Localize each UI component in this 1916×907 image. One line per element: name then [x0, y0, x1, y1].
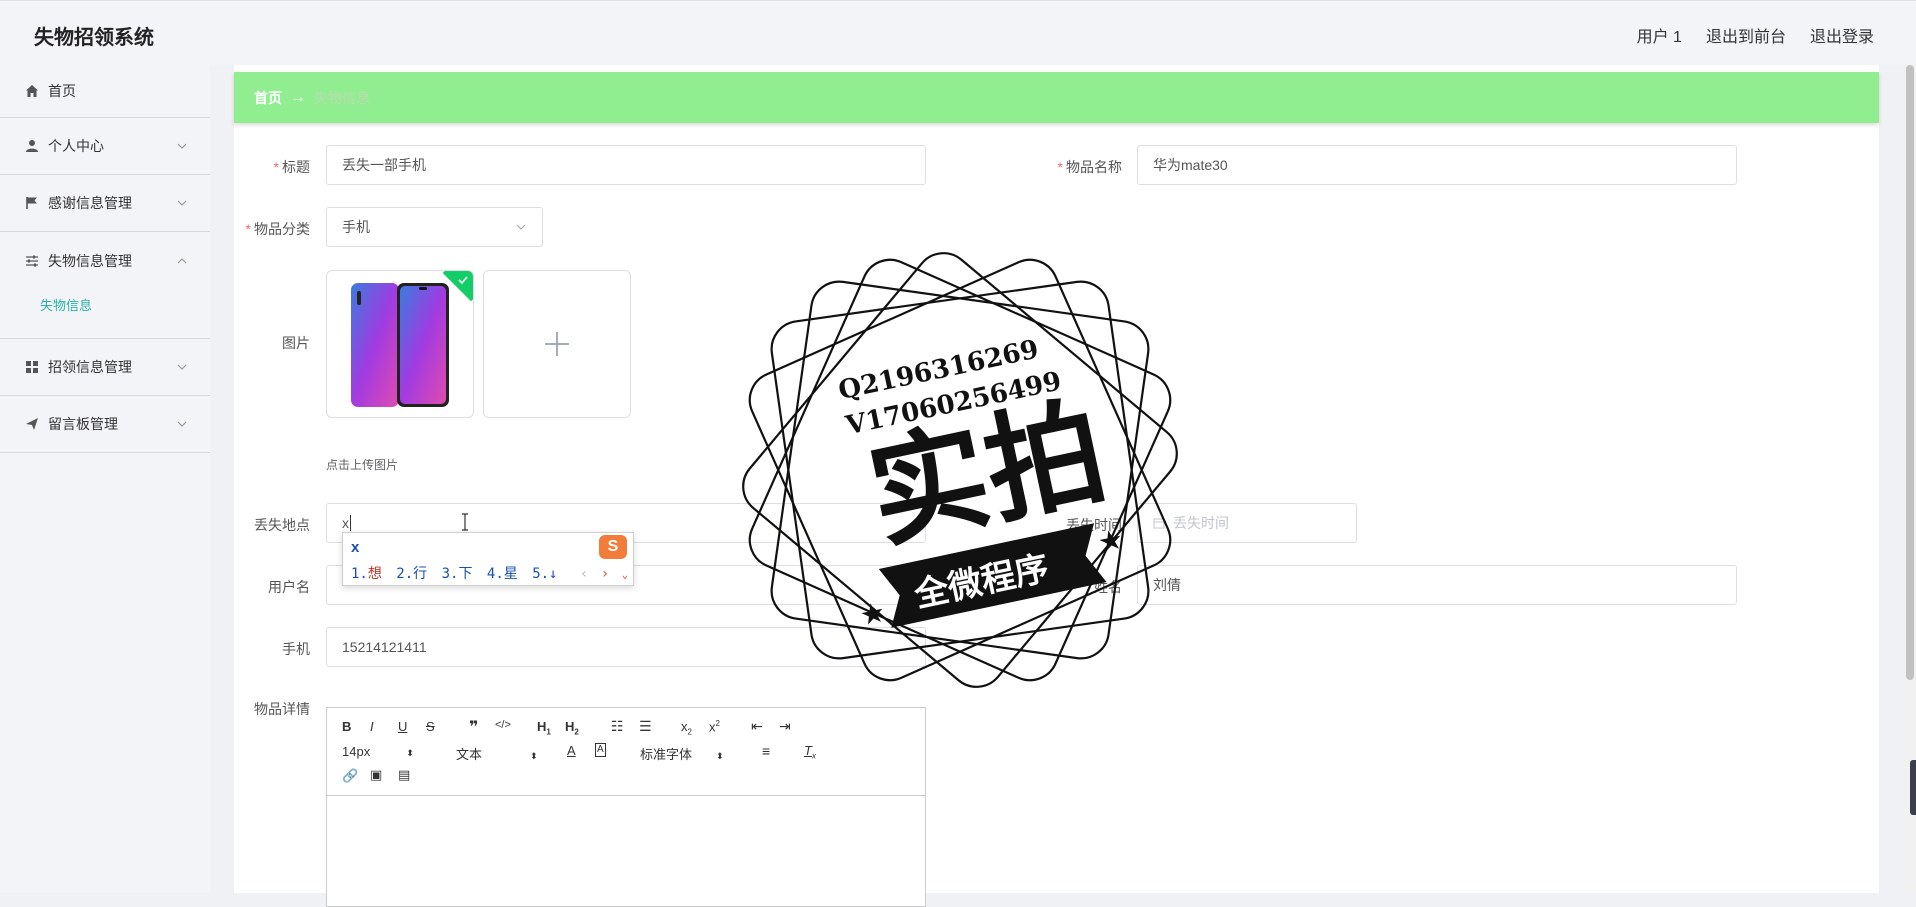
grid-icon: [24, 359, 40, 375]
chevron-down-icon: [177, 200, 187, 206]
strike-icon[interactable]: S: [426, 719, 435, 734]
rich-text-editor: B I U S ❞ </> H1 H2 ☷ ☰ x2 x2 ⇤ ⇥ 14px ⬍ …: [326, 707, 926, 907]
ime-candidate[interactable]: 1.想: [351, 566, 382, 582]
user-link[interactable]: 用户 1: [1637, 23, 1682, 47]
image-label: 图片: [282, 335, 310, 351]
sidebar-item-message-board[interactable]: 留言板管理: [0, 396, 210, 453]
editor-toolbar: B I U S ❞ </> H1 H2 ☷ ☰ x2 x2 ⇤ ⇥ 14px ⬍ …: [327, 708, 925, 796]
sliders-icon: [24, 253, 40, 269]
user-icon: [24, 138, 40, 154]
indent-icon[interactable]: ⇥: [779, 718, 791, 735]
phone-image: [351, 283, 449, 407]
top-links: 用户 1 退出到前台 退出登录: [1637, 23, 1874, 47]
watermark-stamp: Q2196316269 V17060256499 实拍 全微程序 ★ ★: [742, 252, 1178, 688]
align-icon[interactable]: ≡: [762, 743, 770, 759]
italic-icon[interactable]: I: [370, 719, 374, 734]
underline-icon[interactable]: U: [398, 719, 407, 734]
chevron-down-icon: [516, 224, 526, 230]
subscript-icon[interactable]: x2: [681, 719, 692, 737]
chevron-up-icon: [177, 257, 187, 263]
breadcrumb-arrow: →: [290, 88, 306, 106]
category-select[interactable]: 手机: [326, 207, 543, 247]
sidebar-item-label: 个人中心: [48, 138, 104, 154]
sidebar-item-found-management[interactable]: 招领信息管理: [0, 339, 210, 396]
ime-next-icon[interactable]: ›: [601, 566, 609, 582]
location-label: 丢失地点: [254, 517, 310, 533]
upload-add-button[interactable]: [483, 270, 631, 418]
ime-candidate[interactable]: 2.行: [396, 566, 427, 582]
chevron-down-icon: [177, 364, 187, 370]
text-style-select[interactable]: 文本 ⬍: [456, 744, 538, 763]
star-icon: ★: [857, 596, 888, 632]
home-icon: [24, 83, 40, 99]
username-label: 用户名: [268, 579, 310, 595]
superscript-icon[interactable]: x2: [709, 719, 720, 734]
code-icon[interactable]: </>: [495, 719, 511, 731]
scrollbar-thumb[interactable]: [1906, 65, 1914, 680]
ime-prev-icon[interactable]: ‹: [580, 566, 588, 582]
font-family-select[interactable]: 标准字体 ⬍: [640, 744, 724, 763]
outdent-icon[interactable]: ⇤: [751, 718, 763, 735]
sogou-logo-icon: S: [599, 535, 627, 559]
submenu-lost: 失物信息: [0, 289, 210, 339]
send-icon: [24, 416, 40, 432]
header1-icon[interactable]: H1: [537, 719, 551, 737]
logout-link[interactable]: 退出登录: [1810, 23, 1874, 47]
exit-to-front-link[interactable]: 退出到前台: [1706, 23, 1786, 47]
breadcrumb: 首页 → 失物信息: [234, 72, 1879, 123]
category-label: * 物品分类: [245, 221, 310, 237]
bullet-list-icon[interactable]: ☰: [639, 718, 652, 735]
detail-label: 物品详情: [254, 701, 310, 717]
ime-candidate[interactable]: 5.↓: [532, 566, 557, 582]
ime-candidate-window: x S 1.想 2.行 3.下 4.星 5.↓ ‹ › ⌄: [342, 532, 634, 586]
top-bar: 失物招领系统 用户 1 退出到前台 退出登录: [0, 0, 1916, 65]
image-icon[interactable]: ▣: [370, 767, 382, 783]
header2-icon[interactable]: H2: [565, 719, 579, 737]
plus-icon: [545, 332, 569, 356]
font-size-select[interactable]: 14px ⬍: [342, 744, 414, 759]
upload-hint: 点击上传图片: [326, 458, 399, 472]
sidebar-item-personal-center[interactable]: 个人中心: [0, 118, 210, 175]
breadcrumb-home[interactable]: 首页: [254, 88, 282, 108]
sidebar: 首页 个人中心 感谢信息管理 失物信息管理 失物信息 招领信息管理 留言板管理: [0, 65, 210, 893]
side-handle[interactable]: [1910, 760, 1916, 815]
item-name-input[interactable]: 华为mate30: [1137, 145, 1737, 185]
bold-icon[interactable]: B: [342, 719, 351, 734]
uploaded-image[interactable]: [326, 270, 474, 418]
sidebar-item-label: 首页: [48, 83, 76, 99]
sidebar-item-label: 招领信息管理: [48, 359, 132, 375]
fullname-input[interactable]: 刘倩: [1137, 565, 1737, 605]
ordered-list-icon[interactable]: ☷: [611, 718, 624, 735]
title-input[interactable]: 丢失一部手机: [326, 145, 926, 185]
ime-candidate[interactable]: 4.星: [487, 566, 518, 582]
video-icon[interactable]: ▤: [398, 767, 410, 783]
check-icon: [458, 276, 468, 285]
phone-label: 手机: [282, 641, 310, 657]
link-icon[interactable]: 🔗: [342, 768, 358, 784]
ime-candidate[interactable]: 3.下: [442, 566, 473, 582]
chevron-down-icon: [177, 421, 187, 427]
sidebar-item-home[interactable]: 首页: [0, 65, 210, 118]
title-label: * 标题: [273, 159, 310, 175]
breadcrumb-current: 失物信息: [314, 89, 370, 106]
app-title: 失物招领系统: [34, 27, 154, 49]
ime-composition: x: [351, 539, 360, 556]
sidebar-item-lost-management[interactable]: 失物信息管理: [0, 232, 210, 289]
sidebar-item-label: 感谢信息管理: [48, 195, 132, 211]
font-color-icon[interactable]: A: [567, 743, 576, 758]
background-color-icon[interactable]: A: [595, 743, 606, 757]
ime-expand-icon[interactable]: ⌄: [622, 568, 629, 581]
blockquote-icon[interactable]: ❞: [469, 717, 478, 737]
chevron-down-icon: [177, 143, 187, 149]
sidebar-item-label: 留言板管理: [48, 416, 118, 432]
sidebar-subitem-lost-info[interactable]: 失物信息: [40, 295, 92, 314]
text-cursor-icon: [462, 513, 468, 531]
clear-format-icon[interactable]: Tx: [804, 743, 816, 761]
item-name-label: * 物品名称: [1057, 159, 1122, 175]
flag-icon: [24, 195, 40, 211]
ime-candidates: 1.想 2.行 3.下 4.星 5.↓ ‹ › ⌄: [351, 563, 628, 583]
sidebar-item-label: 失物信息管理: [48, 252, 132, 269]
sidebar-item-thanks-management[interactable]: 感谢信息管理: [0, 175, 210, 232]
